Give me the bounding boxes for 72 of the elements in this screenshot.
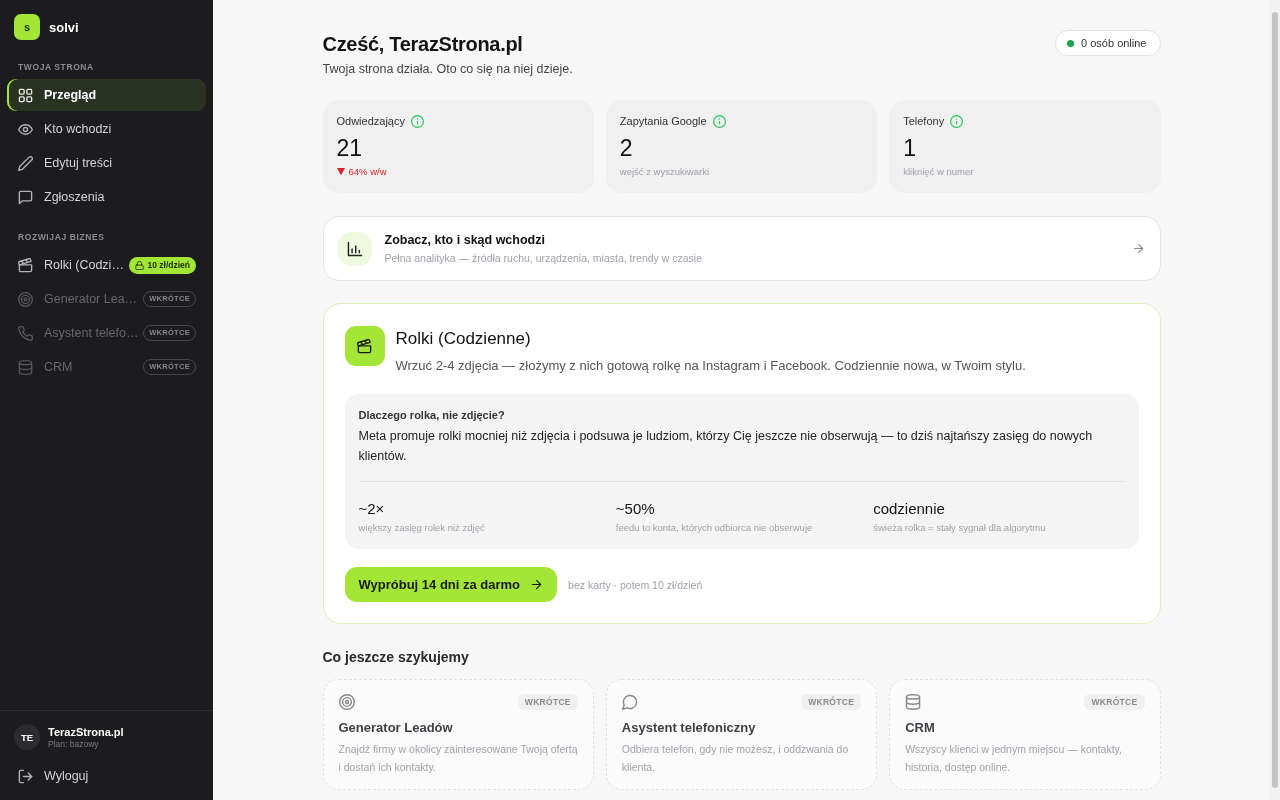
stat-note: 64% w/w xyxy=(348,165,387,179)
stat-label: Zapytania Google xyxy=(619,115,707,127)
card-description: Znajdź firmy w okolicy zainteresowane Twoją ofertą i dostań ich kontakty. xyxy=(338,742,578,775)
stat-value: 1 xyxy=(903,134,917,162)
logout-icon xyxy=(18,768,33,784)
stat-note: wejść z wyszukiwarki xyxy=(619,165,710,179)
cta-note: bez karty · potem 10 zł/dzień xyxy=(568,578,703,591)
stat-note: kliknięć w numer xyxy=(903,165,974,179)
page-title: Cześć, TerazStrona.pl xyxy=(322,32,524,57)
promo-title: Rolki (Codzienne) xyxy=(395,328,532,350)
online-count: 0 osób online xyxy=(1081,37,1147,49)
nav-item[interactable]: Zgłoszenia xyxy=(7,181,206,213)
fact-value: ~50% xyxy=(615,499,656,519)
scrollbar[interactable] xyxy=(1270,0,1280,800)
logout-link[interactable]: Wyloguj xyxy=(7,760,206,792)
coming-soon-badge: WKRÓTCE xyxy=(801,694,862,710)
pencil-icon xyxy=(18,155,33,171)
info-text: Meta promuje rolki mocniej niż zdjęcia i podsuwa je ludziom, którzy Cię jeszcze nie obserwują — to dziś najtańszy zasięg do nowych klientów. xyxy=(358,428,1094,465)
info-icon xyxy=(712,114,726,128)
coming-soon-badge: WKRÓTCE xyxy=(517,694,578,710)
stat-label: Telefony xyxy=(903,115,945,127)
promo-description: Wrzuć 2-4 zdjęcia — złożymy z nich gotową rolkę na Instagram i Facebook. Codziennie nowa, w Twoim stylu. xyxy=(395,357,1026,375)
eye-icon xyxy=(18,121,33,137)
chat-bubble-icon xyxy=(18,189,33,205)
analytics-link-card[interactable]: Zobacz, kto i skąd wchodzi Pełna analityka — źródła ruchu, urządzenia, miasta, trendy w czasie xyxy=(322,216,1161,281)
grid-icon xyxy=(18,87,33,103)
page-subtitle: Twoja strona działa. Oto co się na niej dzieje. xyxy=(322,61,573,78)
database-icon xyxy=(905,694,922,710)
section-title: Co jeszcze szykujemy xyxy=(322,648,470,667)
nav-item[interactable]: Edytuj treści xyxy=(7,147,206,179)
link-title: Zobacz, kto i skąd wchodzi xyxy=(384,232,546,248)
fact-label: większy zasięg rolek niż zdjęć xyxy=(358,521,486,535)
phone-icon xyxy=(18,325,33,341)
stat-value: 21 xyxy=(336,134,364,162)
lock-icon xyxy=(135,260,145,270)
link-subtitle: Pełna analityka — źródła ruchu, urządzenia, miasta, trendy w czasie xyxy=(384,251,703,265)
plan-label: Plan: bazowy xyxy=(48,738,100,750)
account-name: TerazStrona.pl xyxy=(48,724,124,739)
fact-label: świeża rolka = stały sygnał dla algorytmu xyxy=(873,521,1047,535)
speech-bubble-icon xyxy=(621,694,638,710)
card-title: Generator Leadów xyxy=(338,719,454,737)
coming-soon-badge: WKRÓTCE xyxy=(1084,694,1145,710)
logo-mark: s xyxy=(14,14,40,40)
section-label: ROZWIJAJ BIZNES xyxy=(17,232,106,243)
fact-label: feedu to konta, których odbiorca nie obserwuje xyxy=(615,521,814,535)
clapperboard-icon xyxy=(344,326,385,366)
price-text: 10 zł/dzień xyxy=(147,259,190,271)
avatar: TE xyxy=(14,724,40,750)
arrow-right-icon xyxy=(1131,242,1145,255)
stat-label: Odwiedzający xyxy=(336,115,405,127)
info-icon xyxy=(950,114,964,128)
target-icon xyxy=(338,694,355,710)
clapperboard-icon xyxy=(18,257,33,273)
card-description: Odbiera telefon, gdy nie możesz, i oddzwania do klienta. xyxy=(621,742,850,775)
card-title: CRM xyxy=(905,719,936,737)
fact-value: codziennie xyxy=(873,499,946,519)
info-icon xyxy=(411,114,424,128)
free-trial-button[interactable]: Wypróbuj 14 dni za darmo xyxy=(344,567,558,602)
card-description: Wszyscy klienci w jednym miejscu — kontakty, historia, dostęp online. xyxy=(905,742,1123,775)
target-icon xyxy=(18,291,33,307)
brand-name: solvi xyxy=(49,19,79,35)
card-title: Asystent telefoniczny xyxy=(621,719,757,737)
nav-item[interactable]: Rolki (Codzi… 10 zł/dzień xyxy=(7,249,206,281)
database-icon xyxy=(18,359,33,375)
nav-item[interactable]: Przegląd xyxy=(7,79,206,111)
section-label: TWOJA STRONA xyxy=(17,62,95,73)
bar-chart-icon xyxy=(337,231,372,266)
fact-value: ~2× xyxy=(358,499,386,519)
nav-item[interactable]: Kto wchodzi xyxy=(7,113,206,145)
info-heading: Dlaczego rolka, nie zdjęcie? xyxy=(358,408,506,422)
stat-value: 2 xyxy=(619,134,634,162)
status-dot-icon xyxy=(1067,39,1075,47)
